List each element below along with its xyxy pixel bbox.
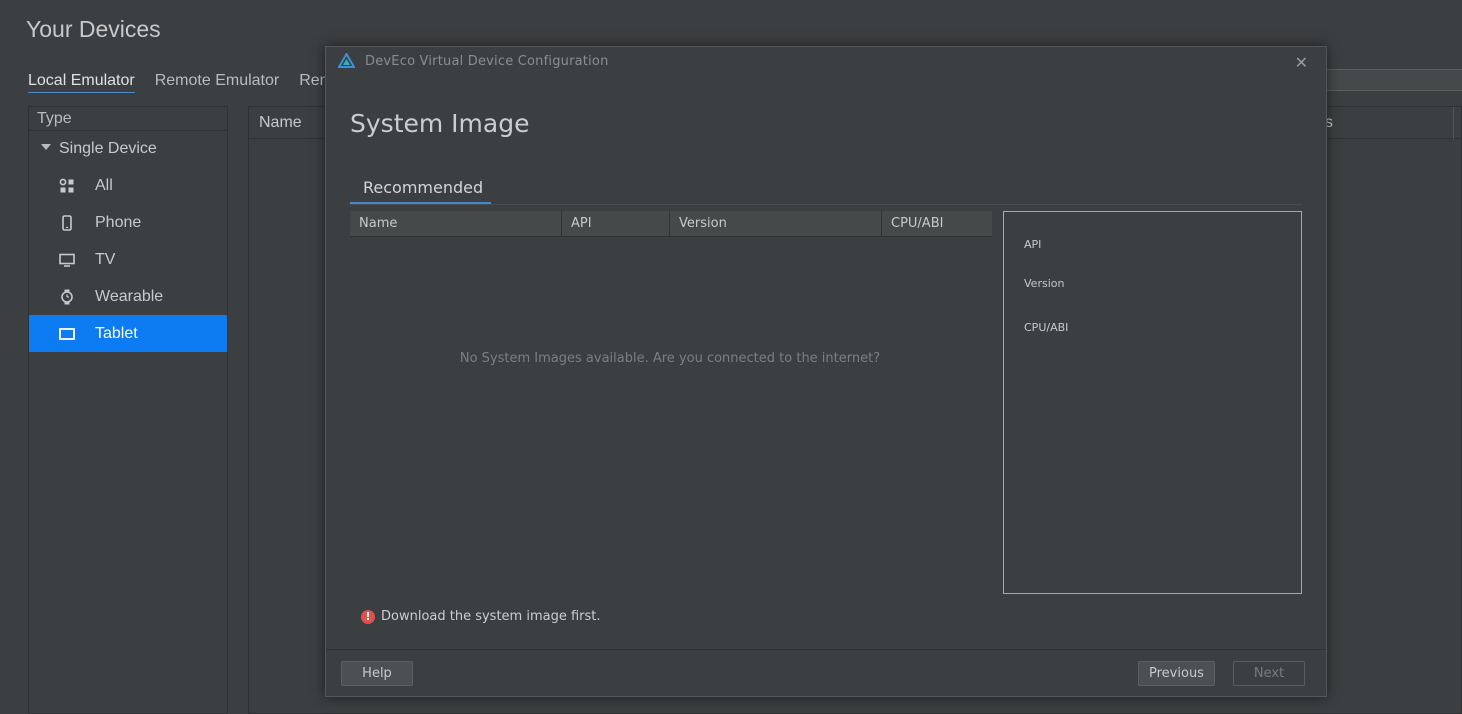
previous-button[interactable]: Previous: [1138, 661, 1215, 686]
type-item-label: TV: [95, 250, 116, 268]
detail-version-label: Version: [1024, 277, 1065, 290]
tablet-icon: [59, 326, 75, 342]
type-panel: Type Single Device All Phone TV Wearable…: [28, 106, 228, 714]
group-label: Single Device: [59, 140, 157, 157]
tv-icon: [59, 252, 75, 268]
empty-message: No System Images available. Are you conn…: [459, 351, 881, 366]
type-item-label: Wearable: [95, 287, 164, 305]
search-input[interactable]: [1326, 69, 1462, 91]
system-image-table-header: Name API Version CPU/ABI: [350, 211, 992, 237]
type-item-label: Tablet: [95, 324, 138, 342]
footer-divider: [326, 649, 1326, 650]
close-icon[interactable]: ✕: [1295, 53, 1308, 72]
tab-recommended[interactable]: Recommended: [350, 175, 491, 205]
tab-local-emulator[interactable]: Local Emulator: [28, 72, 135, 93]
type-item-phone[interactable]: Phone: [29, 204, 227, 241]
tab-divider: [350, 204, 1302, 205]
help-button[interactable]: Help: [341, 661, 413, 686]
deveco-logo-icon: [337, 51, 356, 69]
dialog-titlebar: DevEco Virtual Device Configuration ✕: [326, 47, 1326, 75]
column-api[interactable]: API: [562, 211, 670, 236]
type-item-all[interactable]: All: [29, 167, 227, 204]
error-message: ! Download the system image first.: [361, 609, 601, 624]
type-item-tablet[interactable]: Tablet: [29, 315, 227, 352]
column-version[interactable]: Version: [670, 211, 882, 236]
grid-icon: [59, 178, 75, 194]
type-item-label: Phone: [95, 213, 142, 231]
type-item-label: All: [95, 176, 113, 194]
next-button[interactable]: Next: [1233, 661, 1305, 686]
type-header: Type: [29, 107, 227, 131]
watch-icon: [59, 289, 75, 305]
type-item-tv[interactable]: TV: [29, 241, 227, 278]
type-item-wearable[interactable]: Wearable: [29, 278, 227, 315]
dialog-title: DevEco Virtual Device Configuration: [365, 53, 609, 69]
system-image-heading: System Image: [350, 109, 530, 138]
detail-api-label: API: [1024, 238, 1042, 251]
column-divider: [1453, 107, 1454, 139]
group-single-device[interactable]: Single Device: [29, 131, 227, 167]
expand-triangle-icon[interactable]: [41, 144, 51, 150]
image-details-panel: API Version CPU/ABI: [1003, 211, 1302, 594]
column-name[interactable]: Name: [350, 211, 562, 236]
error-text: Download the system image first.: [381, 609, 601, 624]
page-title: Your Devices: [26, 16, 161, 42]
detail-cpu-label: CPU/ABI: [1024, 321, 1069, 334]
virtual-device-dialog: DevEco Virtual Device Configuration ✕ Sy…: [325, 46, 1327, 697]
column-name[interactable]: Name: [259, 114, 302, 132]
error-icon: !: [361, 609, 375, 624]
emulator-tabs: Local Emulator Remote Emulator Rem: [28, 72, 333, 93]
tab-remote-emulator[interactable]: Remote Emulator: [155, 72, 280, 93]
column-cpu-abi[interactable]: CPU/ABI: [882, 211, 990, 236]
system-image-table: Name API Version CPU/ABI No System Image…: [350, 211, 992, 599]
phone-icon: [59, 214, 75, 231]
